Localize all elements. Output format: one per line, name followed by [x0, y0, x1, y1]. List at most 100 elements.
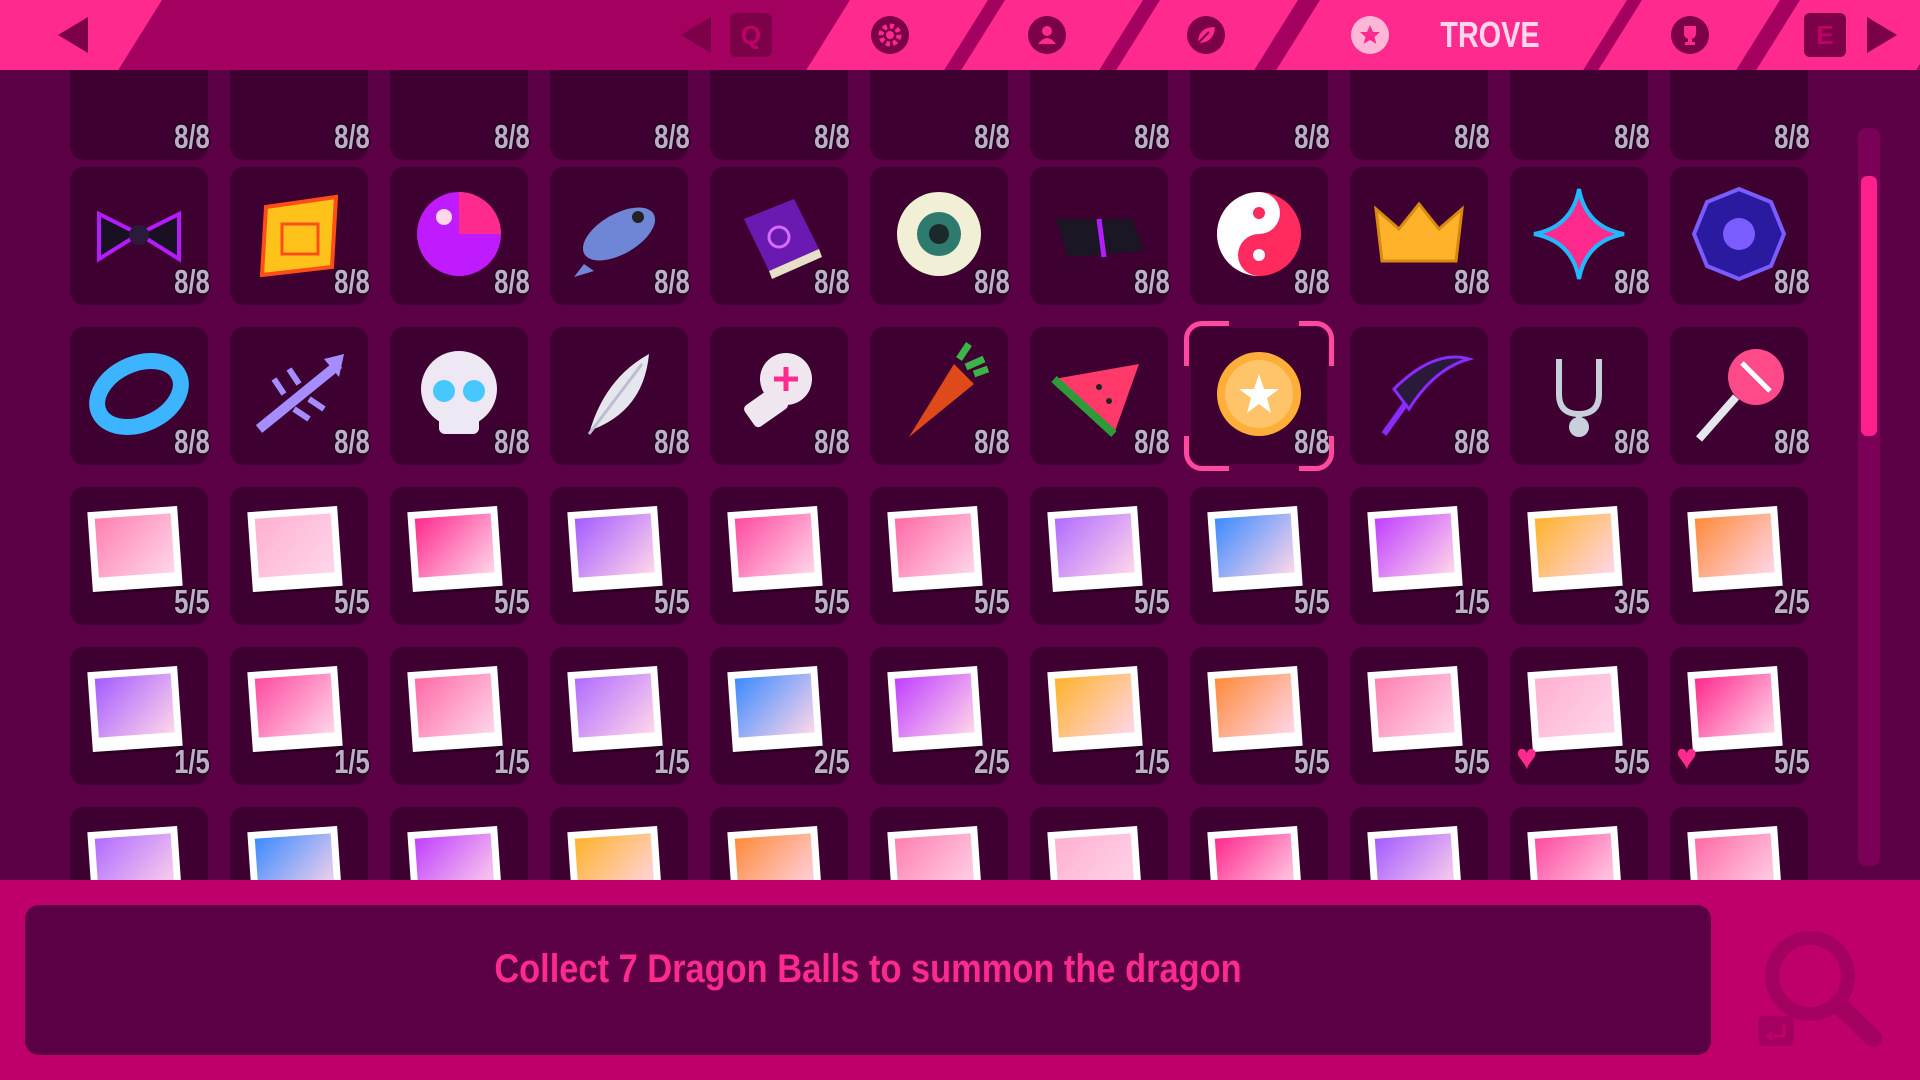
grid-scrollbar[interactable]: [1858, 128, 1880, 866]
previous-tab-button[interactable]: [676, 0, 716, 70]
trove-item-tile[interactable]: 8/8: [1510, 327, 1650, 465]
item-count: 8/8: [334, 118, 370, 155]
trove-item-tile[interactable]: 5/5: [710, 487, 850, 625]
selection-cursor-gap: [1327, 366, 1336, 436]
photo-icon: [1367, 665, 1463, 753]
trove-item-tile[interactable]: 5/5: [1190, 647, 1330, 785]
trove-item-tile[interactable]: 8/8: [1510, 70, 1650, 160]
trove-item-tile[interactable]: [70, 807, 208, 880]
trove-item-tile[interactable]: 8/8: [390, 327, 530, 465]
trove-item-tile[interactable]: [1510, 807, 1648, 880]
item-count: 8/8: [1134, 423, 1170, 460]
trove-item-tile[interactable]: 8/8: [1670, 327, 1810, 465]
trove-item-tile[interactable]: 1/5: [70, 647, 210, 785]
trove-item-tile[interactable]: 8/8: [1190, 70, 1330, 160]
trove-item-tile[interactable]: 8/8: [1350, 70, 1490, 160]
trove-item-tile[interactable]: [710, 807, 848, 880]
trove-item-tile[interactable]: 5/5: [870, 487, 1010, 625]
trove-item-tile[interactable]: 5/5: [1030, 487, 1170, 625]
trove-item-tile[interactable]: 8/8: [550, 167, 690, 305]
tab-trove-label: TROVE: [1440, 14, 1540, 55]
trove-item-tile[interactable]: 1/5: [1030, 647, 1170, 785]
trove-item-tile[interactable]: 8/8: [1030, 167, 1170, 305]
trove-item-tile[interactable]: 8/8: [230, 167, 370, 305]
trove-item-tile[interactable]: 8/8: [710, 327, 850, 465]
q-key-icon: Q: [730, 13, 772, 57]
trove-item-tile[interactable]: 3/5: [1510, 487, 1650, 625]
trove-item-tile[interactable]: 5/5: [70, 487, 210, 625]
trove-item-tile[interactable]: 8/8: [550, 70, 690, 160]
grid-scrollbar-thumb[interactable]: [1861, 176, 1877, 436]
photo-icon: [567, 665, 663, 753]
trove-item-tile[interactable]: 2/5: [870, 647, 1010, 785]
trove-item-tile[interactable]: [1670, 807, 1808, 880]
next-tab-button[interactable]: [1862, 0, 1902, 70]
trove-item-tile[interactable]: 5/5: [1350, 647, 1490, 785]
trove-item-tile[interactable]: 8/8: [1670, 167, 1810, 305]
trove-item-tile[interactable]: 8/8: [230, 70, 370, 160]
trove-item-tile[interactable]: 8/8: [870, 70, 1010, 160]
trove-item-tile[interactable]: 8/8: [70, 70, 210, 160]
item-count: 8/8: [1614, 263, 1650, 300]
trove-item-tile[interactable]: 1/5: [550, 647, 690, 785]
trove-item-tile[interactable]: 8/8: [1030, 327, 1170, 465]
trove-item-tile[interactable]: 8/8: [70, 327, 210, 465]
item-count: 8/8: [494, 118, 530, 155]
trove-item-tile[interactable]: 1/5: [1350, 487, 1490, 625]
trove-item-tile[interactable]: 1/5: [390, 647, 530, 785]
trove-item-tile[interactable]: 2/5: [1670, 487, 1810, 625]
trove-item-tile[interactable]: 5/5: [550, 487, 690, 625]
photo-icon: [407, 665, 503, 753]
favorite-heart-icon: ♥: [1676, 736, 1698, 777]
trove-item-tile[interactable]: [1190, 807, 1328, 880]
trove-item-tile[interactable]: ♥ 5/5: [1670, 647, 1810, 785]
trove-item-tile[interactable]: ♥ 5/5: [1510, 647, 1650, 785]
trove-item-tile[interactable]: 1/5: [230, 647, 370, 785]
trove-item-tile[interactable]: [870, 807, 1008, 880]
item-count: 8/8: [1294, 118, 1330, 155]
trove-item-tile[interactable]: [1030, 807, 1168, 880]
trove-item-tile[interactable]: 8/8: [870, 327, 1010, 465]
item-count: 5/5: [1134, 583, 1170, 620]
item-count: 5/5: [1614, 743, 1650, 780]
trove-item-tile[interactable]: 8/8: [390, 167, 530, 305]
trove-item-tile[interactable]: 8/8: [870, 167, 1010, 305]
search-button[interactable]: [1748, 920, 1898, 1050]
item-count: 8/8: [814, 118, 850, 155]
item-count: 8/8: [174, 423, 210, 460]
back-button[interactable]: [48, 0, 98, 70]
trove-item-tile[interactable]: [1350, 807, 1488, 880]
trove-item-tile[interactable]: 8/8: [550, 327, 690, 465]
trove-item-tile[interactable]: 8/8: [70, 167, 210, 305]
tab-leaf[interactable]: [1186, 0, 1226, 70]
item-description: Collect 7 Dragon Balls to summon the dra…: [494, 947, 1242, 991]
trove-item-tile[interactable]: 5/5: [230, 487, 370, 625]
top-navigation-bar: Q TROVE E: [0, 0, 1920, 70]
item-count: 8/8: [1614, 118, 1650, 155]
trove-item-tile[interactable]: 5/5: [390, 487, 530, 625]
trove-item-tile[interactable]: 2/5: [710, 647, 850, 785]
trove-item-tile[interactable]: 8/8: [1030, 70, 1170, 160]
trove-item-tile[interactable]: 8/8: [1510, 167, 1650, 305]
item-count: 1/5: [654, 743, 690, 780]
trove-item-tile[interactable]: 8/8: [710, 167, 850, 305]
trove-item-tile[interactable]: 5/5: [1190, 487, 1330, 625]
trove-item-tile[interactable]: 8/8: [230, 327, 370, 465]
trove-item-tile[interactable]: [230, 807, 368, 880]
photo-icon: [1687, 665, 1783, 753]
photo-icon: [1527, 825, 1623, 880]
back-arrow-icon: [58, 17, 88, 53]
tab-profile[interactable]: [1027, 0, 1067, 70]
trove-item-tile[interactable]: 8/8: [1190, 167, 1330, 305]
trove-item-tile[interactable]: [550, 807, 688, 880]
tab-settings[interactable]: [870, 0, 910, 70]
trove-item-tile[interactable]: 8/8: [390, 70, 530, 160]
trove-item-tile[interactable]: 8/8: [1350, 167, 1490, 305]
tab-trophy[interactable]: [1670, 0, 1710, 70]
tab-trove[interactable]: [1350, 0, 1390, 70]
trove-item-tile[interactable]: 8/8: [1350, 327, 1490, 465]
trove-item-tile[interactable]: 8/8: [1670, 70, 1810, 160]
trove-item-tile[interactable]: 8/8: [710, 70, 850, 160]
trove-item-tile[interactable]: [390, 807, 528, 880]
item-count: 5/5: [1294, 743, 1330, 780]
